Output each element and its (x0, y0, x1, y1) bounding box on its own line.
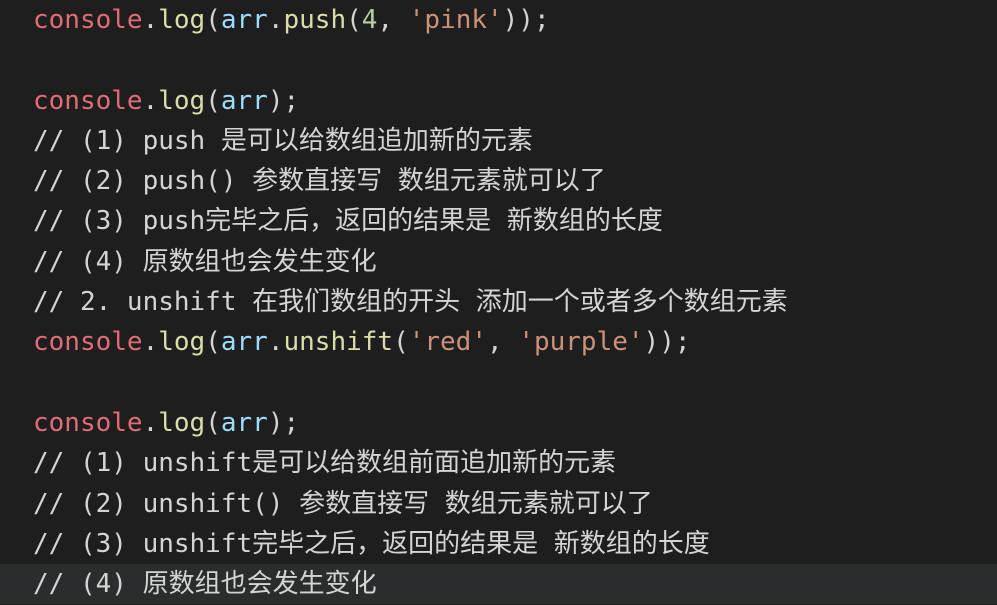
comment-line[interactable]: // (4) 原数组也会发生变化 (33, 242, 997, 282)
code-token: ( (393, 327, 409, 358)
code-token: // (3) unshift完毕之后，返回的结果是 新数组的长度 (33, 528, 710, 559)
code-token: . (267, 327, 284, 358)
code-token: log (158, 327, 206, 358)
code-line[interactable]: console.log(arr.push(4, 'pink')); (33, 0, 997, 40)
code-token: 4 (361, 5, 378, 35)
code-token: ( (346, 5, 362, 35)
code-token: arr (220, 85, 268, 116)
code-area[interactable]: console.log(arr.push(4, 'pink')); consol… (0, 0, 997, 605)
comment-line[interactable]: // (3) push完毕之后，返回的结果是 新数组的长度 (33, 201, 997, 241)
code-token: // (1) push 是可以给数组追加新的元素 (33, 125, 533, 156)
code-line[interactable]: console.log(arr); (33, 81, 997, 121)
code-line[interactable]: console.log(arr); (33, 403, 997, 443)
comment-line[interactable]: // (3) unshift完毕之后，返回的结果是 新数组的长度 (33, 524, 997, 564)
code-token: 'purple' (518, 327, 644, 358)
blank-line[interactable] (33, 363, 997, 403)
code-token: unshift (283, 327, 394, 358)
code-token: , (377, 5, 409, 35)
code-token: . (142, 5, 159, 35)
code-editor[interactable]: console.log(arr.push(4, 'pink')); consol… (0, 0, 997, 605)
code-token: ); (267, 85, 300, 116)
code-token: // 2. unshift 在我们数组的开头 添加一个或者多个数组元素 (33, 287, 788, 318)
comment-line[interactable]: // (1) push 是可以给数组追加新的元素 (33, 121, 997, 161)
code-token: // (4) 原数组也会发生变化 (33, 569, 377, 600)
code-token: ( (205, 85, 221, 116)
code-token: ( (205, 327, 221, 358)
comment-line[interactable]: // (2) unshift() 参数直接写 数组元素就可以了 (33, 484, 997, 524)
code-token: arr (220, 5, 268, 35)
code-token: ( (205, 5, 221, 35)
code-token: // (2) unshift() 参数直接写 数组元素就可以了 (33, 488, 653, 519)
code-token: console (33, 407, 143, 438)
code-token: )); (643, 327, 691, 358)
code-token: // (4) 原数组也会发生变化 (33, 246, 377, 277)
code-line[interactable]: console.log(arr.unshift('red', 'purple')… (33, 322, 997, 362)
code-token: log (158, 85, 206, 116)
code-token: // (1) unshift是可以给数组前面追加新的元素 (33, 448, 617, 479)
code-token: log (158, 407, 206, 438)
code-token: console (33, 85, 143, 116)
comment-line[interactable]: // (1) unshift是可以给数组前面追加新的元素 (33, 443, 997, 483)
code-token: console (33, 5, 143, 35)
code-token: // (2) push() 参数直接写 数组元素就可以了 (33, 166, 606, 197)
code-token: console (33, 327, 143, 358)
comment-line[interactable]: // 2. unshift 在我们数组的开头 添加一个或者多个数组元素 (33, 282, 997, 322)
code-token: ); (267, 407, 300, 438)
code-token: push (283, 5, 347, 35)
code-token: , (487, 327, 519, 358)
code-token: . (142, 327, 159, 358)
comment-line[interactable]: // (4) 原数组也会发生变化 (0, 564, 997, 605)
code-token: log (158, 5, 206, 35)
code-token: . (267, 5, 284, 35)
blank-line[interactable] (33, 40, 997, 80)
code-token: 'red' (408, 327, 487, 358)
code-token: // (3) push完毕之后，返回的结果是 新数组的长度 (33, 206, 663, 237)
code-token: arr (220, 407, 268, 438)
code-token: )); (502, 5, 550, 35)
code-token: arr (220, 327, 268, 358)
code-token: . (142, 407, 159, 438)
comment-line[interactable]: // (2) push() 参数直接写 数组元素就可以了 (33, 161, 997, 201)
code-token: . (142, 85, 159, 116)
code-token: 'pink' (408, 5, 503, 35)
code-token: ( (205, 407, 221, 438)
